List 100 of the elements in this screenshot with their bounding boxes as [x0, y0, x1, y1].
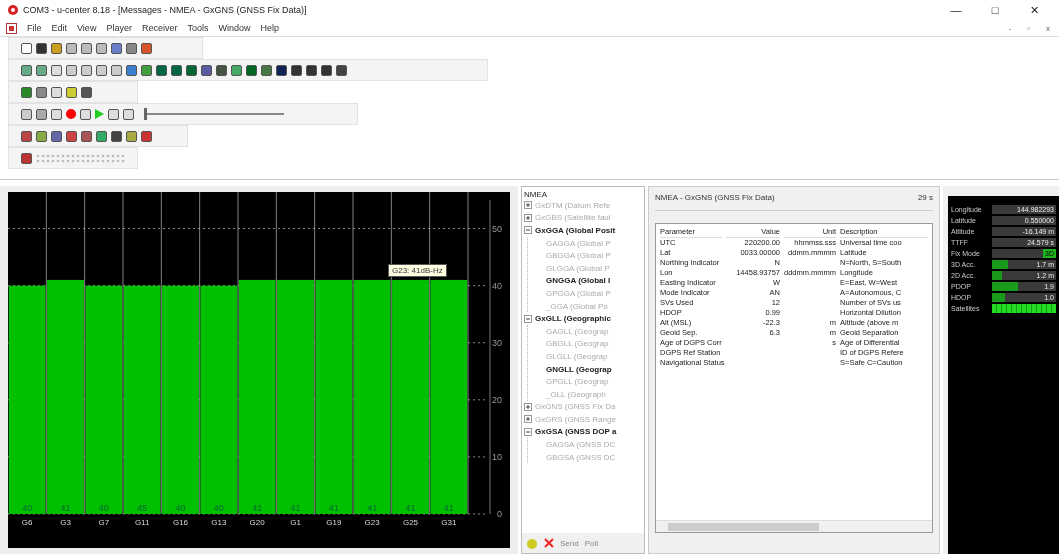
window-control-button[interactable]: — — [939, 4, 973, 16]
toolbar-icon[interactable] — [66, 42, 77, 54]
y-tick-label: 0 — [497, 509, 502, 519]
toolbar-icon[interactable] — [36, 42, 47, 54]
collapse-icon[interactable] — [524, 428, 532, 436]
menu-item[interactable]: File — [27, 23, 42, 33]
toolbar-icon[interactable] — [216, 64, 227, 76]
bar-value-label: 41 — [405, 503, 416, 513]
toolbar-icon[interactable] — [36, 64, 47, 76]
satellite-label: G31 — [441, 518, 457, 527]
child-window-button[interactable]: ▫ — [1024, 23, 1033, 33]
record-icon[interactable] — [66, 109, 76, 119]
toolbar-icon[interactable] — [246, 64, 257, 76]
toolbar-icon[interactable] — [96, 64, 107, 76]
toolbar-icon[interactable] — [66, 64, 77, 76]
toolbar-icon[interactable] — [231, 64, 242, 76]
toolbar-icon[interactable] — [111, 42, 122, 54]
menu-item[interactable]: Player — [106, 23, 132, 33]
toolbar-icon[interactable] — [51, 64, 62, 76]
tree-root[interactable]: NMEA — [524, 190, 548, 199]
close-icon[interactable] — [544, 538, 554, 548]
satellite-label: G23 — [364, 518, 380, 527]
toolbar-icon[interactable] — [276, 64, 287, 76]
toolbar-icon[interactable] — [126, 130, 137, 142]
y-tick-label: 30 — [492, 337, 502, 348]
toolbar-icon[interactable] — [81, 42, 92, 54]
toolbar-icon[interactable] — [201, 64, 212, 76]
toolbar-icon[interactable] — [81, 130, 92, 142]
window-control-button[interactable]: ✕ — [1017, 3, 1051, 17]
toolbar-icon[interactable] — [306, 64, 317, 76]
toolbar-icon[interactable] — [21, 130, 32, 142]
toolbar-icon[interactable] — [156, 64, 167, 76]
toolbar-icon[interactable] — [111, 130, 122, 142]
toolbar-icon[interactable] — [51, 130, 62, 142]
expand-icon[interactable] — [524, 201, 532, 210]
bar-value-label: 41 — [443, 503, 454, 513]
y-tick-label: 50 — [492, 223, 502, 234]
toolbar-icon[interactable] — [171, 64, 182, 76]
menu-item[interactable]: Tools — [187, 23, 209, 33]
bar-value-label: 41 — [252, 503, 263, 513]
toolbar-icon[interactable] — [141, 42, 152, 54]
toolbar-icon[interactable] — [21, 108, 32, 120]
toolbar-icon[interactable] — [291, 64, 302, 76]
tree-item[interactable]: GxGGA (Global Posit — [535, 226, 616, 235]
satellite-label: G1 — [290, 518, 301, 527]
toolbar-icon[interactable] — [123, 108, 134, 120]
menu-item[interactable]: Edit — [51, 23, 68, 33]
collapse-icon[interactable] — [524, 314, 532, 323]
toolbar-icon[interactable] — [141, 130, 152, 142]
toolbar-icon[interactable] — [126, 64, 137, 76]
menu-item[interactable]: Receiver — [141, 23, 178, 33]
toolbar-icon[interactable] — [141, 64, 152, 76]
collapse-icon[interactable] — [524, 226, 532, 235]
toolbar-icon[interactable] — [21, 64, 32, 76]
toolbar-icon[interactable] — [111, 64, 122, 76]
tree-item[interactable]: GxGSA (GNSS DOP a — [535, 427, 617, 437]
toolbar-icon[interactable] — [81, 86, 92, 98]
menu-item[interactable]: View — [77, 23, 97, 33]
toolbar-icon[interactable] — [126, 42, 137, 54]
toolbar-icon[interactable] — [66, 130, 77, 142]
message-title: NMEA - GxGNS (GNSS Fix Data) — [655, 193, 775, 204]
toolbar-icon[interactable] — [81, 64, 92, 76]
expand-icon[interactable] — [524, 213, 532, 222]
toolbar-icon[interactable] — [186, 64, 197, 76]
expand-icon[interactable] — [524, 402, 532, 411]
toolbar-icon[interactable] — [108, 108, 119, 120]
bar-value-label: 40 — [175, 503, 186, 513]
toolbar-icon[interactable] — [21, 152, 32, 164]
toolbar-icon[interactable] — [51, 42, 62, 54]
toolbar-icon[interactable] — [36, 130, 47, 142]
satellite-label: G19 — [326, 518, 342, 527]
satellite-label: G20 — [249, 518, 265, 527]
toolbar-icon[interactable] — [321, 64, 332, 76]
menu-item[interactable]: Help — [260, 23, 279, 33]
slider-thumb[interactable] — [144, 108, 147, 120]
toolbar-icon[interactable] — [336, 64, 347, 76]
tree-item[interactable]: GNGLL (Geograp — [546, 364, 612, 374]
toolbar-icon[interactable] — [80, 108, 91, 120]
y-tick-label: 10 — [492, 451, 502, 462]
toolbar-icon[interactable] — [96, 130, 107, 142]
tree-item[interactable]: GxGLL (Geographic — [535, 314, 611, 324]
toolbar-icon[interactable] — [261, 64, 272, 76]
toolbar-icon[interactable] — [96, 42, 107, 54]
message-age: 29 s — [917, 193, 933, 204]
expand-icon[interactable] — [524, 415, 532, 424]
satellite-label: G16 — [172, 518, 189, 527]
bar-value-label: 40 — [213, 503, 224, 513]
child-window-button[interactable]: x — [1043, 23, 1053, 33]
toolbar-icon[interactable] — [36, 86, 47, 98]
tree-item[interactable]: GNGGA (Global I — [546, 276, 611, 286]
menu-item[interactable]: Window — [218, 23, 251, 33]
bar-value-label: 40 — [22, 503, 33, 513]
toolbar-icon[interactable] — [21, 86, 32, 98]
playback-slider[interactable] — [144, 108, 284, 120]
toolbar-icon[interactable] — [51, 86, 62, 98]
horizontal-scrollbar[interactable] — [656, 520, 932, 532]
toolbar-icon[interactable] — [66, 86, 77, 98]
child-window-button[interactable]: - — [1005, 23, 1015, 33]
toolbar-icon[interactable] — [21, 42, 32, 54]
window-control-button[interactable]: □ — [978, 4, 1012, 16]
